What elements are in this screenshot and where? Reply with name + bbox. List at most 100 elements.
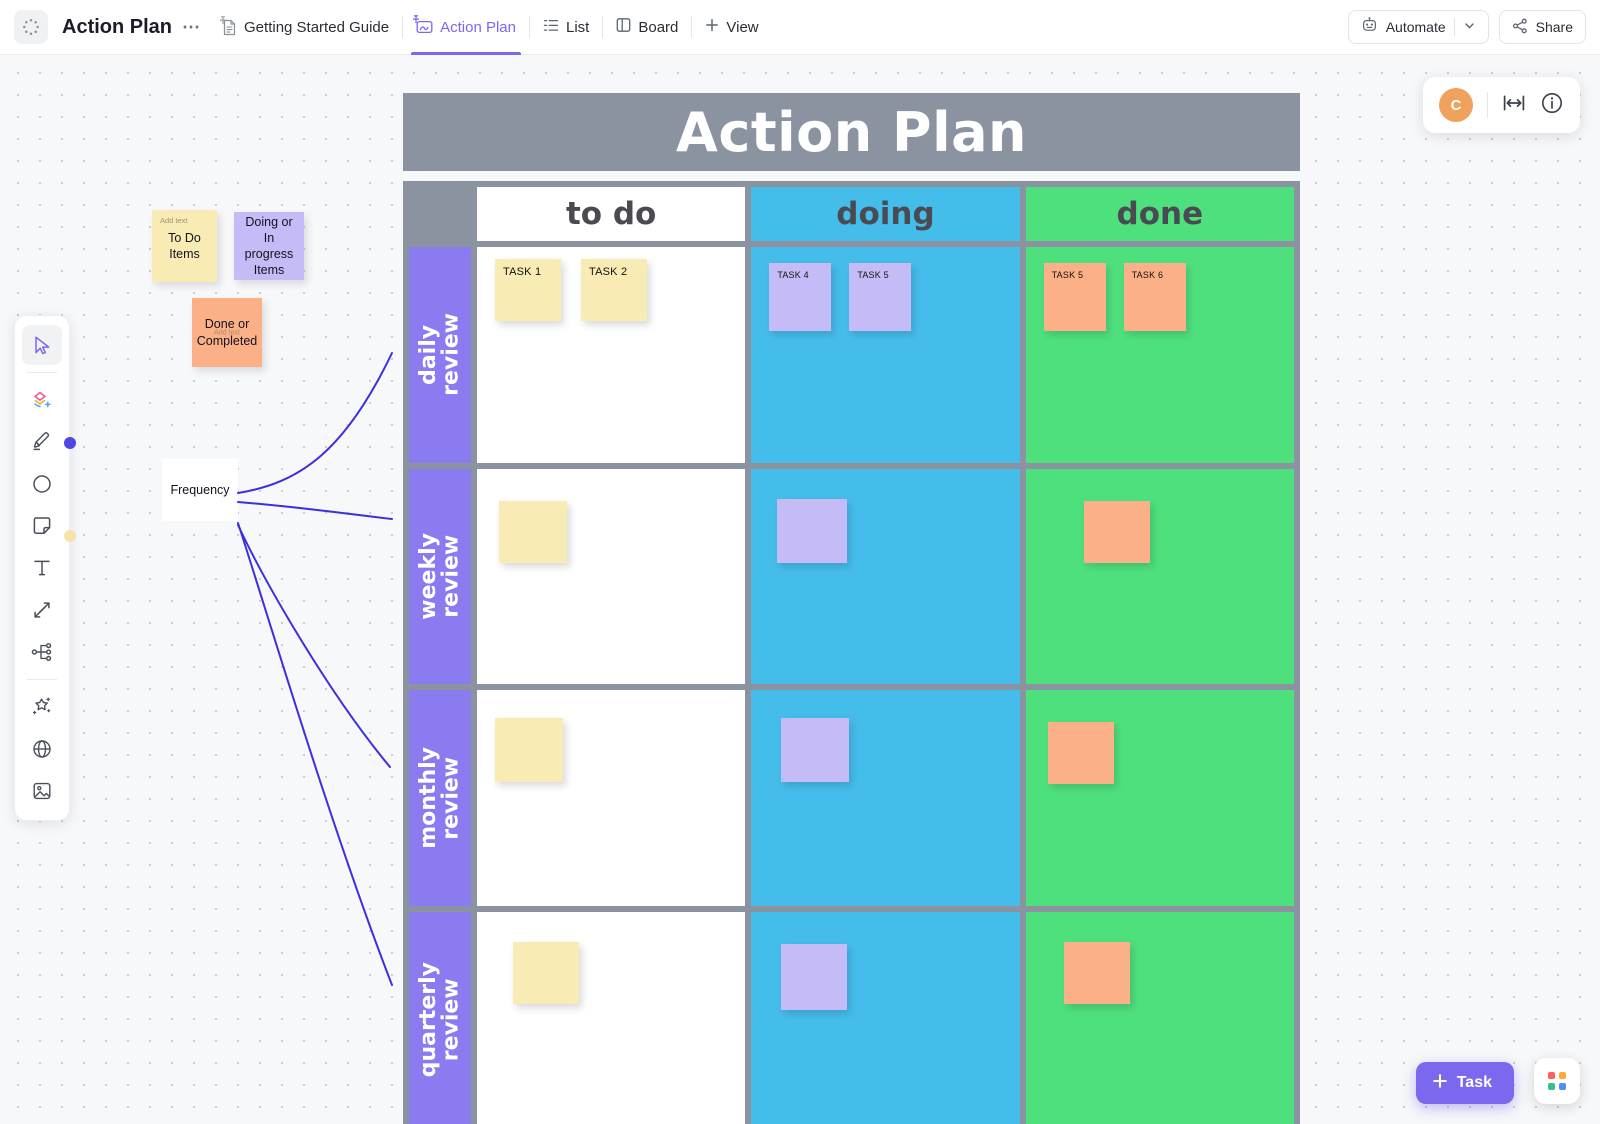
- task-note[interactable]: [513, 942, 579, 1004]
- row-header-monthly-review[interactable]: monthly review: [409, 690, 471, 906]
- cell-daily-done[interactable]: TASK 5 TASK 6: [1026, 247, 1294, 463]
- tab-board[interactable]: Board: [603, 0, 691, 55]
- presence-divider: [1487, 92, 1488, 118]
- cursor-arrow-icon: [31, 334, 53, 356]
- shapes-tool[interactable]: [22, 380, 62, 420]
- column-header-done[interactable]: done: [1026, 187, 1294, 241]
- whiteboard-canvas[interactable]: Add text To Do Items Doing or In progres…: [0, 55, 1600, 1124]
- toolbar-divider: [27, 372, 57, 373]
- task-note[interactable]: TASK 6: [1124, 263, 1186, 331]
- plus-icon: [705, 18, 719, 36]
- task-note[interactable]: [781, 718, 849, 782]
- topbar-actions: Automate Share: [1348, 10, 1586, 44]
- connector-line: [238, 502, 392, 519]
- info-circle-icon[interactable]: [1540, 91, 1564, 120]
- task-note-label: TASK 4: [777, 270, 809, 280]
- cell-weekly-todo[interactable]: [477, 469, 745, 685]
- row-header-quarterly-review[interactable]: quarterly review: [409, 912, 471, 1124]
- select-tool[interactable]: [22, 325, 62, 365]
- cell-quarterly-todo[interactable]: [477, 912, 745, 1124]
- embed-tool[interactable]: [22, 729, 62, 769]
- add-task-button[interactable]: Task: [1416, 1062, 1514, 1104]
- row-header-daily-review[interactable]: daily review: [409, 247, 471, 463]
- board-title: Action Plan: [403, 93, 1300, 171]
- connector-tool[interactable]: [22, 590, 62, 630]
- tab-action-plan[interactable]: Action Plan: [403, 0, 529, 55]
- note-text: Frequency: [170, 482, 229, 498]
- column-header-todo[interactable]: to do: [477, 187, 745, 241]
- column-header-doing[interactable]: doing: [751, 187, 1019, 241]
- cell-monthly-done[interactable]: [1026, 690, 1294, 906]
- legend-note-done[interactable]: Add text Done or Completed: [192, 298, 262, 367]
- draw-tool[interactable]: [22, 422, 62, 462]
- tab-getting-started-guide[interactable]: Getting Started Guide: [209, 0, 402, 55]
- tab-label: View: [726, 19, 758, 36]
- task-note[interactable]: TASK 4: [769, 263, 831, 331]
- page-title: Action Plan: [62, 16, 172, 39]
- grid-corner: [409, 187, 471, 241]
- task-note[interactable]: [781, 944, 847, 1010]
- tab-list[interactable]: List: [530, 0, 602, 55]
- marker-pen-icon: [30, 430, 54, 454]
- column-label: doing: [836, 196, 934, 232]
- shape-circle-tool[interactable]: [22, 464, 62, 504]
- double-arrow-icon: [31, 599, 53, 621]
- cell-daily-todo[interactable]: TASK 1 TASK 2: [477, 247, 745, 463]
- automate-button[interactable]: Automate: [1348, 10, 1489, 44]
- sticky-note-tool[interactable]: [22, 506, 62, 546]
- top-bar: Action Plan ⋯ Getting Started Guide: [0, 0, 1600, 55]
- mindmap-icon: [30, 641, 54, 663]
- fit-to-screen-icon[interactable]: [1502, 93, 1526, 118]
- share-button[interactable]: Share: [1499, 10, 1586, 44]
- task-note[interactable]: [495, 718, 563, 782]
- whiteboard-toolbar: [14, 315, 70, 821]
- image-tool[interactable]: [22, 771, 62, 811]
- task-note[interactable]: TASK 5: [1044, 263, 1106, 331]
- cell-daily-doing[interactable]: TASK 4 TASK 5: [751, 247, 1019, 463]
- frequency-note[interactable]: Frequency: [162, 459, 238, 521]
- legend-note-todo[interactable]: Add text To Do Items: [152, 210, 217, 282]
- text-tool[interactable]: [22, 548, 62, 588]
- task-note[interactable]: [1084, 501, 1150, 563]
- image-icon: [31, 780, 53, 802]
- note-placeholder: Add text: [160, 216, 188, 226]
- text-t-icon: [31, 557, 53, 579]
- task-note[interactable]: [1048, 722, 1114, 784]
- cell-quarterly-done[interactable]: [1026, 912, 1294, 1124]
- row-label: weekly review: [418, 533, 463, 620]
- row-header-weekly-review[interactable]: weekly review: [409, 469, 471, 685]
- presence-bar: C: [1423, 77, 1580, 133]
- task-note-label: TASK 5: [1052, 270, 1084, 280]
- cell-quarterly-doing[interactable]: [751, 912, 1019, 1124]
- cell-monthly-todo[interactable]: [477, 690, 745, 906]
- action-plan-board[interactable]: Action Plan to do doing done daily revie…: [403, 93, 1300, 1124]
- column-label: done: [1117, 196, 1204, 232]
- legend-note-doing[interactable]: Doing or In progress Items: [234, 212, 304, 280]
- stroke-color-swatch[interactable]: [64, 437, 76, 449]
- connector-line: [238, 523, 392, 985]
- avatar[interactable]: C: [1439, 88, 1473, 122]
- cell-monthly-doing[interactable]: [751, 690, 1019, 906]
- loading-dots-circle-icon: [22, 18, 40, 36]
- add-view-button[interactable]: View: [692, 0, 771, 55]
- list-icon: [543, 18, 559, 37]
- task-note[interactable]: [499, 501, 567, 563]
- ai-tool[interactable]: [22, 687, 62, 727]
- task-note[interactable]: TASK 1: [495, 259, 561, 321]
- plus-icon: [1432, 1073, 1448, 1094]
- task-note[interactable]: [1064, 942, 1130, 1004]
- cell-weekly-doing[interactable]: [751, 469, 1019, 685]
- task-note[interactable]: TASK 2: [581, 259, 647, 321]
- apps-launcher-button[interactable]: [1534, 1058, 1580, 1104]
- fill-color-swatch[interactable]: [64, 530, 76, 542]
- pin-icon: [412, 15, 420, 24]
- cell-weekly-done[interactable]: [1026, 469, 1294, 685]
- task-note-label: TASK 6: [1132, 270, 1164, 280]
- task-note[interactable]: TASK 5: [849, 263, 911, 331]
- app-logo[interactable]: [14, 10, 48, 44]
- task-note[interactable]: [777, 499, 847, 563]
- chevron-down-icon[interactable]: [1463, 19, 1476, 35]
- toolbar-divider: [27, 679, 57, 680]
- title-more-button[interactable]: ⋯: [178, 17, 205, 38]
- mindmap-tool[interactable]: [22, 632, 62, 672]
